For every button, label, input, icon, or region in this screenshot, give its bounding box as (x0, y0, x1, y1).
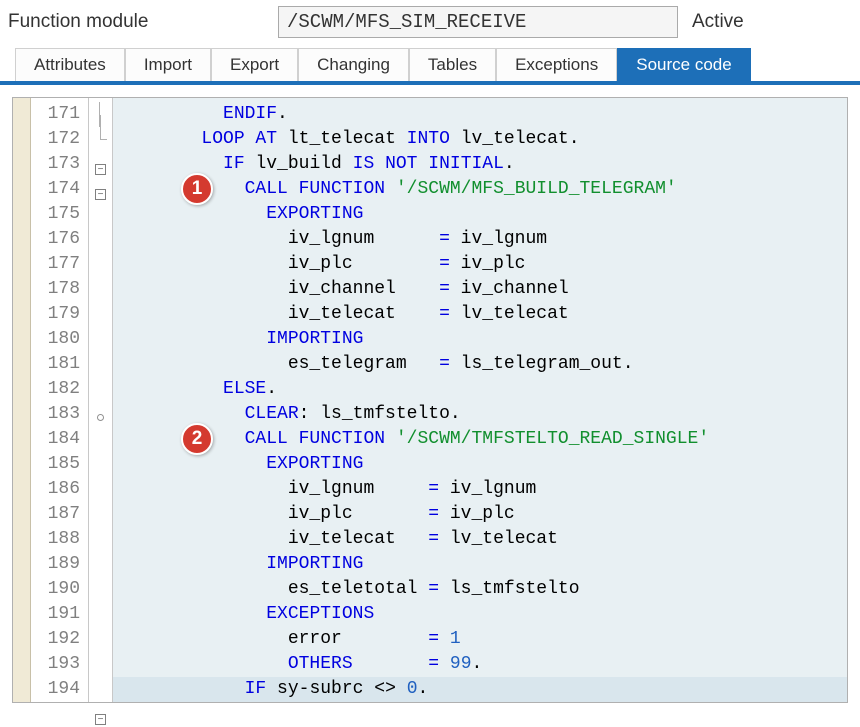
fold-cell (89, 502, 112, 527)
line-number: 194 (31, 677, 88, 702)
tab-tables[interactable]: Tables (409, 48, 496, 81)
fold-cell (89, 452, 112, 477)
callout-badge: 1 (181, 173, 213, 205)
line-number: 183 (31, 402, 88, 427)
fold-collapse-icon[interactable]: − (95, 714, 106, 725)
line-number: 180 (31, 327, 88, 352)
line-number: 190 (31, 577, 88, 602)
code-line[interactable]: EXPORTING (113, 202, 847, 227)
line-number: 177 (31, 252, 88, 277)
fold-cell (89, 252, 112, 277)
fold-cell (89, 477, 112, 502)
fold-end-icon (100, 115, 107, 140)
line-number: 178 (31, 277, 88, 302)
fold-collapse-icon[interactable]: − (95, 189, 106, 200)
tab-exceptions[interactable]: Exceptions (496, 48, 617, 81)
fold-cell: − (89, 152, 112, 177)
code-line[interactable]: iv_channel = iv_channel (113, 277, 847, 302)
callout-badge: 2 (181, 423, 213, 455)
marker-gutter (13, 98, 31, 702)
fold-cell (89, 652, 112, 677)
line-number: 185 (31, 452, 88, 477)
code-line[interactable]: error = 1 (113, 627, 847, 652)
code-line[interactable]: es_telegram = ls_telegram_out. (113, 352, 847, 377)
line-number: 184 (31, 427, 88, 452)
line-number: 189 (31, 552, 88, 577)
fold-gutter: −−− (89, 98, 113, 702)
fold-cell: − (89, 702, 112, 727)
fold-cell (89, 302, 112, 327)
fold-cell (89, 427, 112, 452)
function-module-input[interactable] (278, 6, 678, 38)
status-text: Active (688, 11, 744, 33)
line-number: 186 (31, 477, 88, 502)
code-line[interactable]: OTHERS = 99. (113, 652, 847, 677)
fold-cell (89, 227, 112, 252)
fold-cell (89, 127, 112, 152)
tab-attributes[interactable]: Attributes (15, 48, 125, 81)
tab-export[interactable]: Export (211, 48, 298, 81)
code-line[interactable]: CLEAR: ls_tmfstelto. (113, 402, 847, 427)
fold-cell: − (89, 177, 112, 202)
fold-cell (89, 277, 112, 302)
fold-cell (89, 352, 112, 377)
code-line[interactable]: EXPORTING (113, 452, 847, 477)
line-number: 181 (31, 352, 88, 377)
fold-cell (89, 327, 112, 352)
fold-cell (89, 602, 112, 627)
fold-cell (89, 577, 112, 602)
function-module-label: Function module (8, 11, 268, 33)
code-line[interactable]: IF sy-subrc <> 0. (113, 677, 847, 702)
line-number: 191 (31, 602, 88, 627)
tabstrip: AttributesImportExportChangingTablesExce… (0, 48, 860, 85)
code-line[interactable]: CALL FUNCTION '/SCWM/TMFSTELTO_READ_SING… (113, 427, 847, 452)
fold-cell (89, 377, 112, 402)
code-line[interactable]: iv_lgnum = iv_lgnum (113, 227, 847, 252)
line-number: 172 (31, 127, 88, 152)
code-line[interactable]: EXCEPTIONS (113, 602, 847, 627)
fold-node-icon (97, 414, 104, 421)
tab-changing[interactable]: Changing (298, 48, 409, 81)
code-editor: 1711721731741751761771781791801811821831… (12, 97, 848, 703)
line-number: 174 (31, 177, 88, 202)
code-line[interactable]: IF lv_build IS NOT INITIAL. (113, 152, 847, 177)
fold-cell (89, 677, 112, 702)
code-line[interactable]: iv_plc = iv_plc (113, 252, 847, 277)
line-number: 193 (31, 652, 88, 677)
line-number: 179 (31, 302, 88, 327)
code-line[interactable]: iv_lgnum = iv_lgnum (113, 477, 847, 502)
line-number: 187 (31, 502, 88, 527)
code-line[interactable]: iv_plc = iv_plc (113, 502, 847, 527)
line-number: 188 (31, 527, 88, 552)
code-line[interactable]: ELSE. (113, 377, 847, 402)
code-line[interactable]: iv_telecat = lv_telecat (113, 527, 847, 552)
code-line[interactable]: LOOP AT lt_telecat INTO lv_telecat. (113, 127, 847, 152)
line-number: 182 (31, 377, 88, 402)
line-number: 175 (31, 202, 88, 227)
tab-import[interactable]: Import (125, 48, 211, 81)
code-line[interactable]: iv_telecat = lv_telecat (113, 302, 847, 327)
tab-source-code[interactable]: Source code (617, 48, 750, 81)
code-line[interactable]: CALL FUNCTION '/SCWM/MFS_BUILD_TELEGRAM' (113, 177, 847, 202)
fold-cell (89, 527, 112, 552)
code-line[interactable]: IMPORTING (113, 552, 847, 577)
line-number: 192 (31, 627, 88, 652)
header: Function module Active (0, 0, 860, 46)
code-line[interactable]: es_teletotal = ls_tmfstelto (113, 577, 847, 602)
line-number-gutter: 1711721731741751761771781791801811821831… (31, 98, 89, 702)
code-area[interactable]: ENDIF. LOOP AT lt_telecat INTO lv_teleca… (113, 98, 847, 702)
line-number: 176 (31, 227, 88, 252)
fold-cell (89, 627, 112, 652)
fold-cell (89, 552, 112, 577)
line-number: 173 (31, 152, 88, 177)
line-number: 171 (31, 102, 88, 127)
fold-cell (89, 202, 112, 227)
code-line[interactable]: IMPORTING (113, 327, 847, 352)
fold-cell (89, 402, 112, 427)
code-line[interactable]: ENDIF. (113, 102, 847, 127)
fold-collapse-icon[interactable]: − (95, 164, 106, 175)
